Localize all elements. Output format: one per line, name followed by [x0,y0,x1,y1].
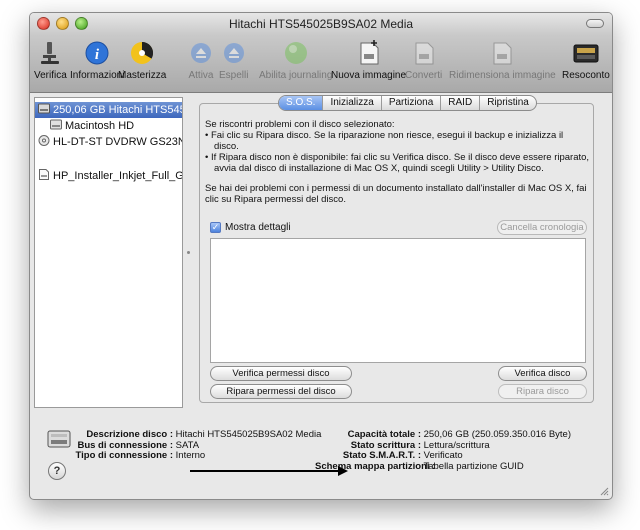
tab-sos[interactable]: S.O.S. [279,96,324,110]
toolbar-label: Masterizza [118,70,167,81]
tab-partiziona[interactable]: Partiziona [382,96,442,110]
verify-disk-button[interactable]: Verifica disco [498,366,587,381]
info-value: SATA [175,439,200,451]
tab-bar: S.O.S. Inizializza Partiziona RAID Ripri… [278,95,537,111]
clear-history-button[interactable]: Cancella cronologia [497,220,587,235]
info-value: Lettura/scrittura [423,439,490,451]
eject-icon [191,43,211,63]
toolbar-label: Abilita journaling [259,70,333,81]
help-button[interactable]: ? [48,462,66,480]
verify-permissions-button[interactable]: Verifica permessi disco [210,366,352,381]
sos-instructions: Se riscontri problemi con il disco selez… [205,119,590,205]
toolbar-attiva-button[interactable]: Attiva [187,39,215,81]
show-details-checkbox[interactable]: ✓ Mostra dettagli [210,222,291,233]
info-label: Stato S.M.A.R.T. : [342,450,421,461]
info-label: Capacità totale : [347,429,421,440]
toolbar-label: Informazioni [70,70,125,81]
toolbar-nuova-immagine-button[interactable]: Nuova immagine [331,39,406,81]
journaling-icon [284,42,307,64]
info-value: 250,06 GB (250.059.350.016 Byte) [423,429,571,440]
sidebar-item-dvd-drive[interactable]: HL-DT-ST DVDRW GS23N [35,134,182,150]
hard-disk-icon [38,103,50,114]
info-value: Hitachi HTS545025B9SA02 Media [175,429,322,440]
volume-icon [50,119,62,130]
burn-icon [131,42,154,64]
toolbar-masterizza-button[interactable]: Masterizza [118,39,166,81]
toolbar-espelli-button[interactable]: Espelli [219,39,248,81]
eject-icon [223,43,244,63]
toolbar-verifica-button[interactable]: Verifica [34,39,67,81]
resize-image-icon [493,42,512,65]
toolbar-converti-button[interactable]: Converti [405,39,442,81]
sos-bullet-verify: • If Ripara disco non è disponibile: fai… [205,152,590,174]
toolbar-label: Ridimensiona immagine [449,70,556,81]
details-log[interactable] [210,238,586,363]
disk-utility-window: Hitachi HTS545025B9SA02 Media Verifica i… [29,12,613,500]
repair-permissions-button[interactable]: Ripara permessi del disco [210,384,352,399]
tab-inizializza[interactable]: Inizializza [323,96,382,110]
disk-info-left: Descrizione disco : Hitachi HTS545025B9S… [30,429,322,462]
toolbar-label: Resoconto [562,70,610,81]
checkmark-icon: ✓ [210,222,221,233]
tab-ripristina[interactable]: Ripristina [480,96,536,110]
title-bar: Hitachi HTS545025B9SA02 Media [30,13,612,35]
toolbar-label: Attiva [188,70,214,81]
sidebar-item-label: Macintosh HD [65,120,135,132]
sidebar-item-label: 250,06 GB Hitachi HTS545... [53,104,182,116]
sidebar-item-label: HP_Installer_Inkjet_Full_Gr... [53,170,182,182]
disk-list-sidebar[interactable]: 250,06 GB Hitachi HTS545... Macintosh HD… [34,97,183,408]
toolbar-journaling-button[interactable]: Abilita journaling [259,39,332,81]
info-value: Tabella partizione GUID [423,460,524,472]
toolbar-informazioni-button[interactable]: i Informazioni [70,39,124,81]
disk-info-right: Capacità totale : 250,06 GB (250.059.350… [315,429,571,472]
new-image-icon [360,40,379,65]
sidebar-item-macintosh-hd[interactable]: Macintosh HD [35,118,182,134]
repair-disk-button[interactable]: Ripara disco [498,384,587,399]
disk-image-icon [39,169,49,180]
log-icon [573,44,599,63]
sidebar-item-hitachi-disk[interactable]: 250,06 GB Hitachi HTS545... [35,102,182,118]
resize-grip-icon[interactable] [599,486,609,496]
info-label: Tipo di connessione : [75,450,173,461]
info-icon: i [85,41,109,65]
sos-intro: Se riscontri problemi con il disco selez… [205,119,395,130]
toolbar-label: Verifica [34,70,67,81]
toolbar-ridimensiona-button[interactable]: Ridimensiona immagine [449,39,556,81]
info-value: Verificato [423,450,463,461]
toolbar-resoconto-button[interactable]: Resoconto [562,39,610,81]
tab-raid[interactable]: RAID [441,96,481,110]
sos-permissions-note: Se hai dei problemi con i permessi di un… [205,183,587,205]
toolbar: Verifica i Informazioni Masterizza Attiv… [30,35,612,93]
toolbar-label: Converti [405,70,443,81]
splitter-handle[interactable] [187,251,190,254]
optical-drive-icon [38,135,50,146]
sos-bullet-repair: • Fai clic su Ripara disco. Se la ripara… [205,130,564,152]
sidebar-item-label: HL-DT-ST DVDRW GS23N [53,136,182,148]
info-value: Interno [175,450,206,461]
window-title: Hitachi HTS545025B9SA02 Media [228,17,414,31]
sidebar-item-hp-installer[interactable]: HP_Installer_Inkjet_Full_Gr... [35,168,182,184]
toolbar-label: Espelli [219,70,249,81]
info-label: Descrizione disco : [86,429,173,440]
show-details-label: Mostra dettagli [225,222,291,233]
annotation-arrow [190,466,348,476]
microscope-icon [41,42,60,64]
convert-icon [415,42,434,65]
toolbar-toggle-button[interactable] [586,19,604,28]
toolbar-label: Nuova immagine [331,70,407,81]
